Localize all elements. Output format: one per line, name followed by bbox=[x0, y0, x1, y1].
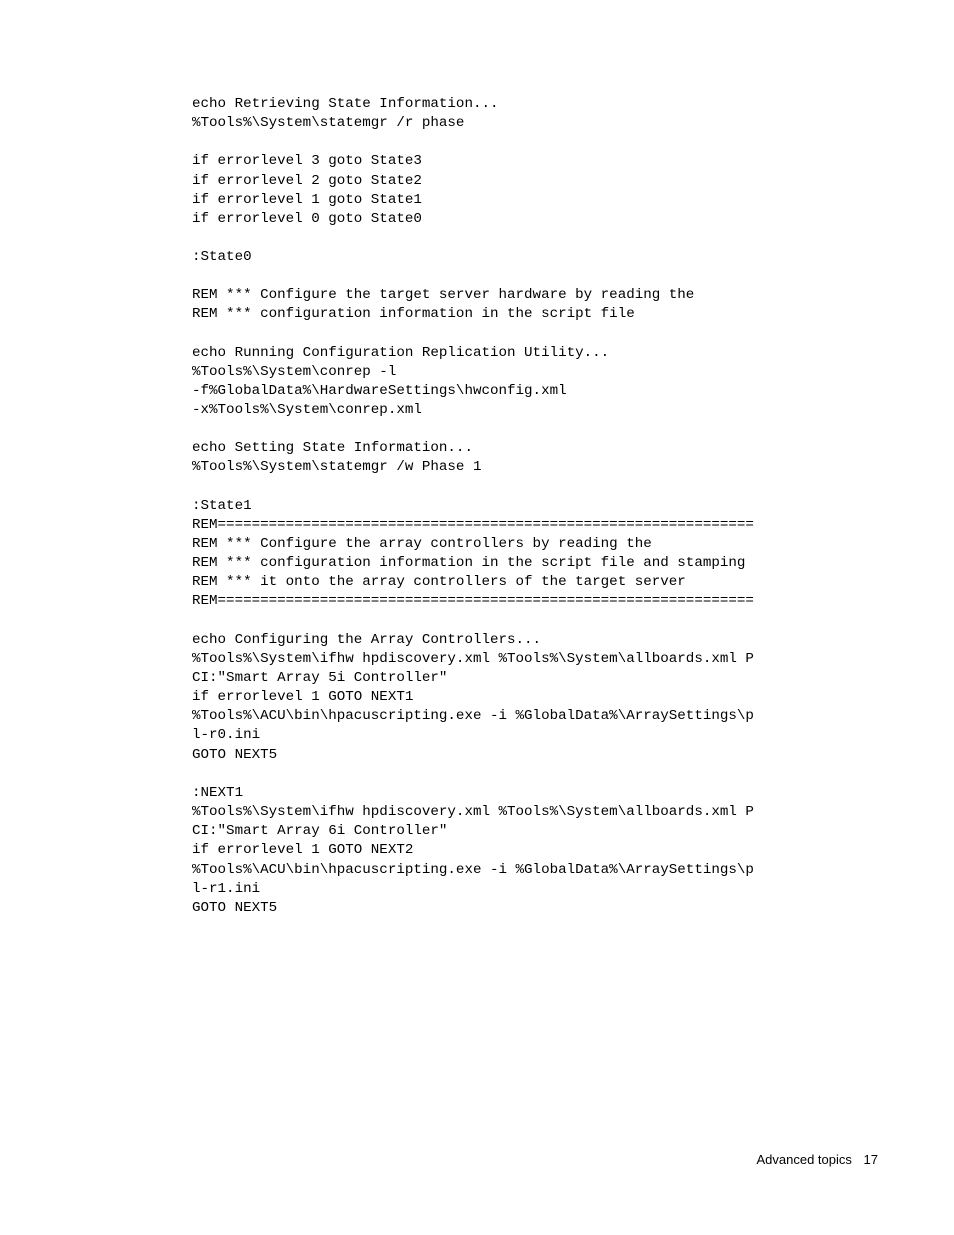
code-line: %Tools%\ACU\bin\hpacuscripting.exe -i %G… bbox=[192, 861, 762, 899]
code-line: GOTO NEXT5 bbox=[192, 899, 762, 918]
code-line: if errorlevel 1 goto State1 bbox=[192, 191, 762, 210]
blank-line bbox=[192, 229, 762, 248]
page-footer: Advanced topics 17 bbox=[757, 1152, 879, 1167]
code-line: :State0 bbox=[192, 248, 762, 267]
code-content: echo Retrieving State Information...%Too… bbox=[0, 0, 954, 918]
code-line: %Tools%\System\statemgr /w Phase 1 bbox=[192, 458, 762, 477]
code-line: GOTO NEXT5 bbox=[192, 746, 762, 765]
blank-line bbox=[192, 765, 762, 784]
code-line: REM *** it onto the array controllers of… bbox=[192, 573, 762, 592]
code-line: :NEXT1 bbox=[192, 784, 762, 803]
code-line: if errorlevel 1 GOTO NEXT2 bbox=[192, 841, 762, 860]
blank-line bbox=[192, 612, 762, 631]
code-line: %Tools%\System\statemgr /r phase bbox=[192, 114, 762, 133]
code-line: echo Configuring the Array Controllers..… bbox=[192, 631, 762, 650]
code-line: REM *** configuration information in the… bbox=[192, 554, 762, 573]
blank-line bbox=[192, 478, 762, 497]
code-line: if errorlevel 0 goto State0 bbox=[192, 210, 762, 229]
code-line: REM *** Configure the target server hard… bbox=[192, 286, 762, 305]
code-line: REM *** configuration information in the… bbox=[192, 305, 762, 324]
code-line: if errorlevel 3 goto State3 bbox=[192, 152, 762, 171]
code-line: %Tools%\System\ifhw hpdiscovery.xml %Too… bbox=[192, 650, 762, 688]
blank-line bbox=[192, 267, 762, 286]
code-line: %Tools%\ACU\bin\hpacuscripting.exe -i %G… bbox=[192, 707, 762, 745]
code-line: REM=====================================… bbox=[192, 592, 762, 611]
code-line: %Tools%\System\conrep -l -f%GlobalData%\… bbox=[192, 363, 762, 421]
code-line: if errorlevel 1 GOTO NEXT1 bbox=[192, 688, 762, 707]
code-line: echo Retrieving State Information... bbox=[192, 95, 762, 114]
code-line: echo Setting State Information... bbox=[192, 439, 762, 458]
blank-line bbox=[192, 325, 762, 344]
footer-section-title: Advanced topics bbox=[757, 1152, 852, 1167]
code-line: if errorlevel 2 goto State2 bbox=[192, 172, 762, 191]
blank-line bbox=[192, 133, 762, 152]
code-line: %Tools%\System\ifhw hpdiscovery.xml %Too… bbox=[192, 803, 762, 841]
footer-page-number: 17 bbox=[864, 1152, 878, 1167]
code-line: :State1 bbox=[192, 497, 762, 516]
code-line: echo Running Configuration Replication U… bbox=[192, 344, 762, 363]
code-line: REM *** Configure the array controllers … bbox=[192, 535, 762, 554]
code-line: REM=====================================… bbox=[192, 516, 762, 535]
blank-line bbox=[192, 420, 762, 439]
